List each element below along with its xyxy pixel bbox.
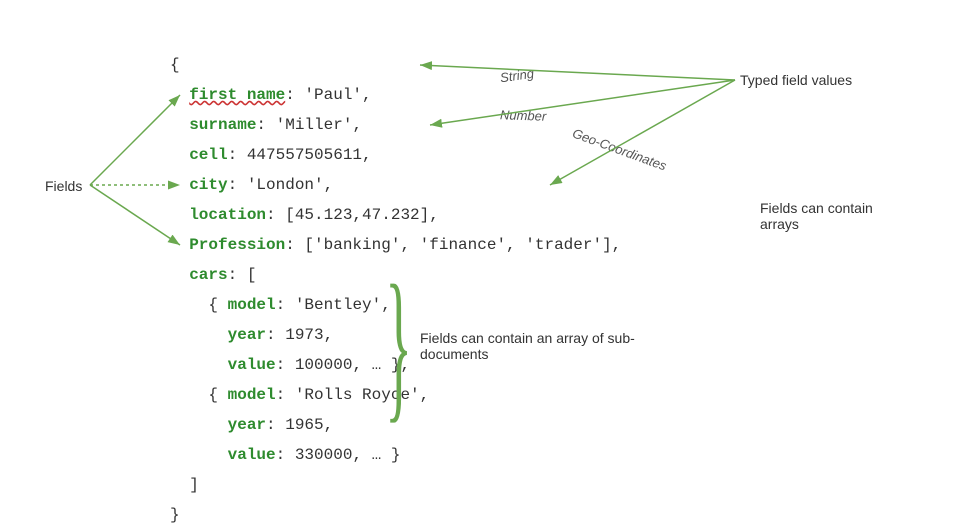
key-car2-year: year	[228, 416, 266, 434]
key-car1-model: model	[228, 296, 276, 314]
label-arrays: Fields can contain arrays	[760, 200, 910, 232]
bracket-close: ]	[189, 476, 199, 494]
val-car2-value: 330000, … }	[295, 446, 401, 464]
val-surname: 'Miller'	[276, 116, 353, 134]
val-car1-year: 1973	[285, 326, 323, 344]
key-first-name: first name	[189, 86, 285, 104]
label-typed-values: Typed field values	[740, 72, 852, 88]
val-cell: 447557505611	[247, 146, 362, 164]
key-location: location	[189, 206, 266, 224]
key-surname: surname	[189, 116, 256, 134]
brace-open: {	[170, 56, 180, 74]
val-profession: ['banking', 'finance', 'trader']	[304, 236, 611, 254]
val-city: 'London'	[247, 176, 324, 194]
label-fields: Fields	[45, 178, 82, 194]
val-car2-year: 1965	[285, 416, 323, 434]
arrow-label-number: Number	[500, 107, 547, 124]
key-cars: cars	[189, 266, 227, 284]
brace-close: }	[170, 506, 180, 524]
brace-icon: }	[385, 261, 412, 429]
key-city: city	[189, 176, 227, 194]
val-first-name: 'Paul'	[304, 86, 362, 104]
val-location: [45.123,47.232]	[285, 206, 429, 224]
key-cell: cell	[189, 146, 227, 164]
key-car1-year: year	[228, 326, 266, 344]
val-car1-model: 'Bentley'	[295, 296, 381, 314]
key-profession: Profession	[189, 236, 285, 254]
label-subdocs: Fields can contain an array of sub-docum…	[420, 330, 680, 362]
key-car2-model: model	[228, 386, 276, 404]
key-car2-value: value	[228, 446, 276, 464]
key-car1-value: value	[228, 356, 276, 374]
